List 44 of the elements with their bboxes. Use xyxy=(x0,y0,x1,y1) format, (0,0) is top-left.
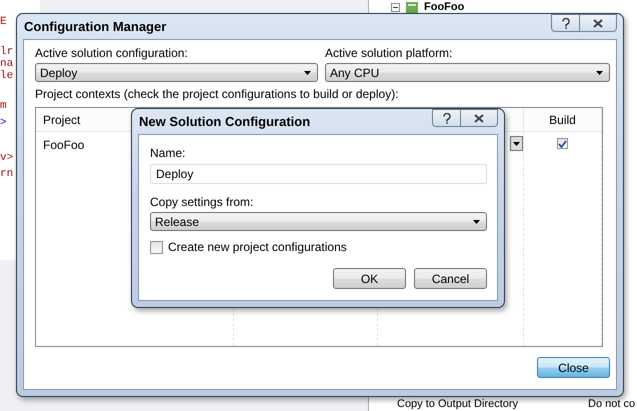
dropdown-arrow-icon xyxy=(596,70,603,74)
checkbox[interactable] xyxy=(557,138,568,149)
collapse-icon xyxy=(391,2,400,12)
code-text: > xyxy=(0,117,7,129)
field-label: Copy settings from: xyxy=(150,195,254,209)
project-icon xyxy=(405,0,419,14)
close-button[interactable]: Close xyxy=(537,357,610,378)
help-button[interactable] xyxy=(551,14,580,32)
close-icon xyxy=(474,114,484,122)
field-label: Name: xyxy=(150,146,186,160)
input-field[interactable]: Deploy xyxy=(150,164,487,184)
field-label: Active solution platform: xyxy=(325,46,454,60)
checkbox-label: Create new project configurations xyxy=(168,240,347,254)
window-title: Configuration Manager xyxy=(24,19,166,34)
code-text: rn xyxy=(0,168,14,180)
property-name: Copy to Output Directory xyxy=(397,398,520,411)
code-text: m xyxy=(0,100,7,112)
close-button[interactable] xyxy=(580,14,617,32)
close-button[interactable] xyxy=(461,109,498,127)
checkmark-icon xyxy=(558,140,567,148)
dropdown[interactable]: Any CPU xyxy=(325,63,610,82)
help-icon xyxy=(562,18,570,28)
dropdown-arrow-icon xyxy=(513,142,520,146)
dropdown-arrow-icon xyxy=(304,70,311,74)
column-header: Build xyxy=(524,108,602,132)
code-text: le xyxy=(0,70,14,82)
code-text: na xyxy=(0,58,14,70)
field-label: Active solution configuration: xyxy=(35,46,189,60)
section-label: Project contexts (check the project configurations to build or deploy): xyxy=(35,87,400,101)
dropdown[interactable]: Deploy xyxy=(35,63,318,82)
help-icon xyxy=(442,112,450,124)
dropdown[interactable]: Release xyxy=(150,212,487,231)
code-text: v> xyxy=(0,152,14,164)
tree-item[interactable]: FooFoo xyxy=(424,0,464,14)
dropdown-arrow-icon xyxy=(473,220,480,224)
property-value: Do not co xyxy=(588,398,636,411)
checkbox[interactable] xyxy=(150,240,163,254)
close-icon xyxy=(593,18,603,28)
dropdown-button[interactable] xyxy=(510,136,523,151)
code-text: lr xyxy=(0,46,14,58)
code-text: E xyxy=(0,16,7,28)
help-button[interactable] xyxy=(432,109,461,127)
cancel-button[interactable]: Cancel xyxy=(414,268,487,289)
ok-button[interactable]: OK xyxy=(333,268,406,289)
